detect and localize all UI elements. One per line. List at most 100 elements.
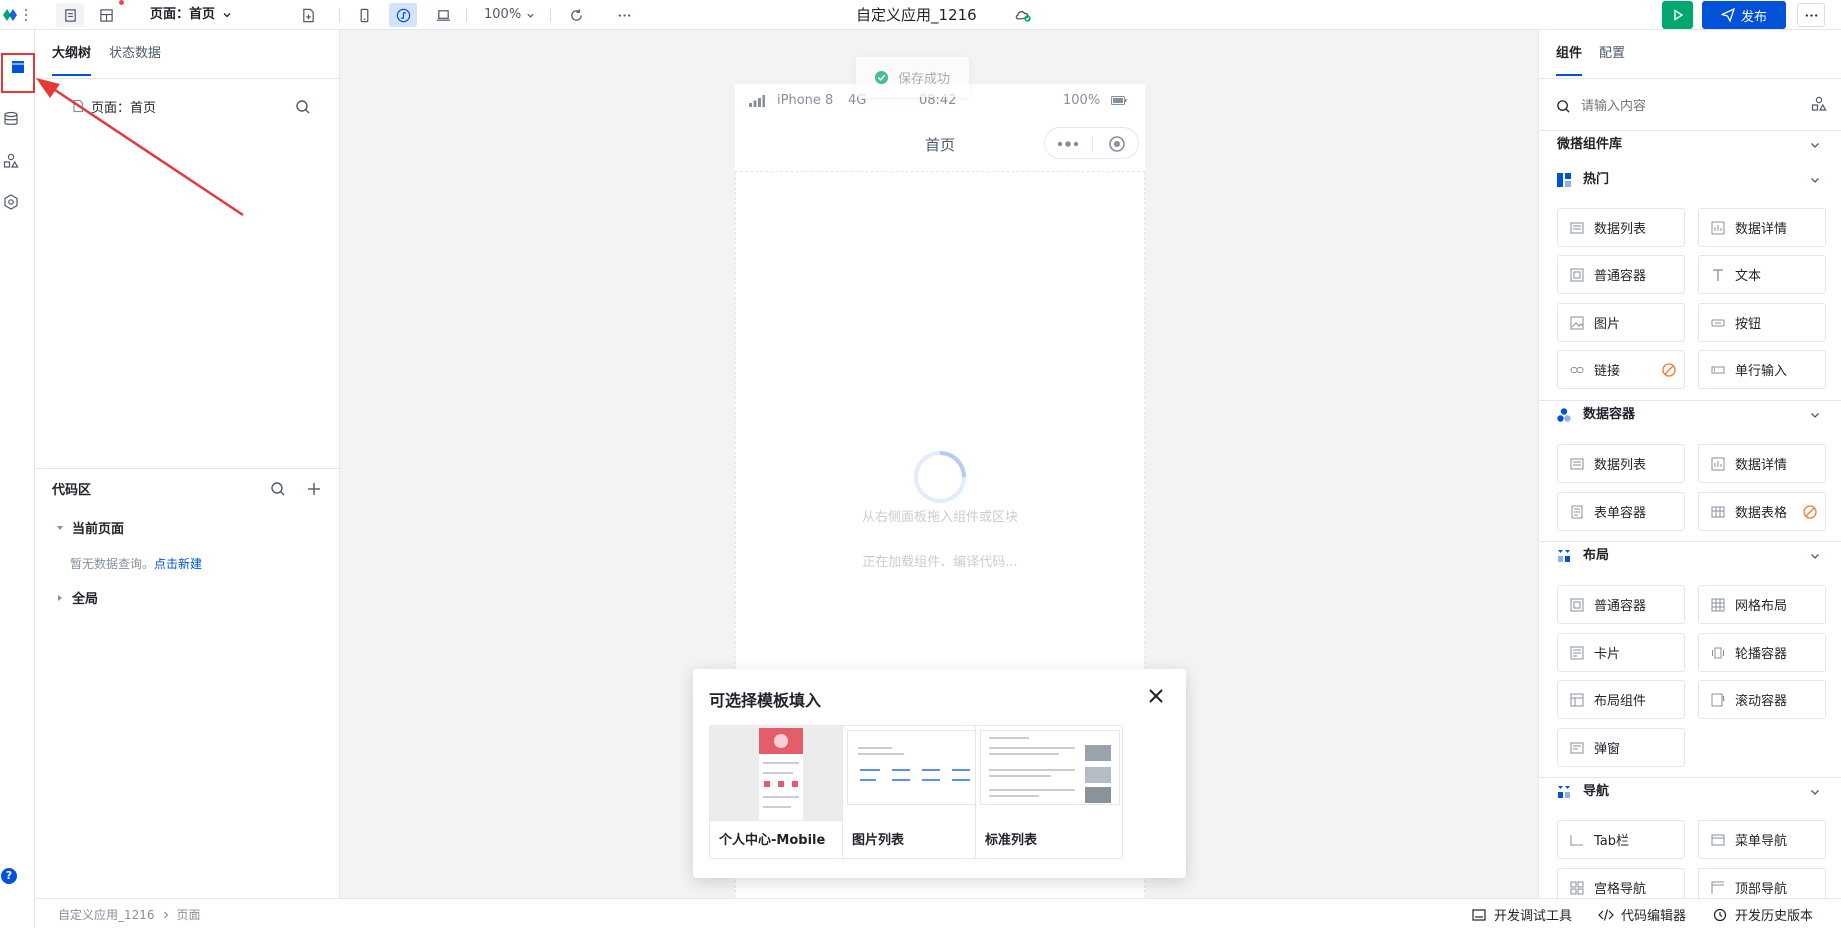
component-top-nav[interactable]: 顶部导航 [1698,868,1826,898]
preview-button[interactable] [1662,1,1693,29]
component-label: 图片 [1594,317,1621,332]
search-icon [1557,99,1570,113]
dev-tools-button[interactable]: 开发调试工具 [1472,905,1572,924]
template-card-profile[interactable]: 个人中心-Mobile [709,725,857,859]
chevron-down-icon[interactable] [1809,409,1821,421]
page-selector[interactable]: 页面：首页 [150,0,233,30]
rail-components-button[interactable] [0,150,22,172]
code-search-button[interactable] [270,481,286,497]
capsule-button[interactable] [1044,127,1139,159]
chevron-down-icon[interactable] [1809,139,1821,151]
component-menu-nav[interactable]: 菜单导航 [1698,820,1826,859]
component-data-list[interactable]: 数据列表 [1557,208,1685,247]
component-text[interactable]: 文本 [1698,255,1826,294]
rail-settings-button[interactable] [0,191,22,213]
component-link[interactable]: 链接 [1557,350,1685,389]
breadcrumb-app[interactable]: 自定义应用_1216 [58,906,155,923]
component-modal[interactable]: 弹窗 [1557,728,1685,767]
component-button[interactable]: 按钮 [1698,303,1826,342]
component-data-detail[interactable]: 数据详情 [1698,208,1826,247]
image-icon [1570,316,1584,330]
current-page-node[interactable]: 当前页面 [56,518,124,537]
component-single-input[interactable]: 单行输入 [1698,350,1826,389]
component-card[interactable]: 卡片 [1557,633,1685,672]
mobile-icon [360,8,368,22]
component-search-input[interactable] [1581,98,1781,114]
component-container[interactable]: 普通容器 [1557,255,1685,294]
template-card-standard-list[interactable]: 标准列表 [975,725,1123,859]
component-container[interactable]: 普通容器 [1557,585,1685,624]
component-data-detail[interactable]: 数据详情 [1698,444,1826,483]
refresh-icon [570,8,582,21]
component-label: 弹窗 [1594,742,1621,757]
drag-hint: 从右侧面板拖入组件或区块 [861,510,1018,525]
signal-icon [749,95,765,107]
empty-query-row: 暂无数据查询。点击新建 [70,555,202,572]
global-node[interactable]: 全局 [56,588,98,607]
notification-dot [119,0,124,5]
zoom-selector[interactable]: 100% [484,0,536,30]
chevron-down-icon[interactable] [1809,174,1821,186]
chevron-down-icon[interactable] [1809,550,1821,562]
code-editor-button[interactable]: 代码编辑器 [1598,905,1686,924]
tabbar-icon [1570,833,1584,847]
component-label: 滚动容器 [1735,694,1788,709]
target-icon [1109,136,1125,152]
section-hot[interactable]: 热门 [1557,170,1609,190]
topbar-more-button[interactable] [1797,3,1825,27]
component-data-table[interactable]: 数据表格 [1698,492,1826,531]
chevron-down-icon[interactable] [1809,786,1821,798]
section-data-container[interactable]: 数据容器 [1557,405,1635,425]
outline-search-button[interactable] [295,99,311,115]
mobile-device-button[interactable] [352,3,376,27]
help-button[interactable]: ? [1,868,17,884]
component-image[interactable]: 图片 [1557,303,1685,342]
miniprogram-device-button[interactable] [389,3,417,27]
more-vertical-icon[interactable] [24,8,28,22]
component-label: 文本 [1735,269,1762,284]
chart-icon [1711,457,1725,471]
component-grid-layout[interactable]: 网格布局 [1698,585,1826,624]
layout-icon [99,8,113,22]
modal-close-button[interactable] [1147,687,1165,705]
tab-components[interactable]: 组件 [1556,30,1583,76]
code-add-button[interactable] [306,481,322,497]
component-grid-nav[interactable]: 宫格导航 [1557,868,1685,898]
component-scroll-container[interactable]: 滚动容器 [1698,680,1826,719]
component-data-list[interactable]: 数据列表 [1557,444,1685,483]
more-button[interactable] [612,3,636,27]
refresh-button[interactable] [564,3,588,27]
component-tab-bar[interactable]: Tab栏 [1557,820,1685,859]
page-view-button[interactable] [56,3,84,27]
zoom-label: 100% [484,7,522,22]
component-label: 数据表格 [1735,506,1788,521]
section-navigation[interactable]: 导航 [1557,782,1609,802]
section-divider [1539,541,1841,542]
rail-data-button[interactable] [0,108,22,130]
component-form-container[interactable]: 表单容器 [1557,492,1685,531]
tab-config[interactable]: 配置 [1599,30,1625,78]
component-layout[interactable]: 布局组件 [1557,680,1685,719]
add-page-button[interactable] [296,3,320,27]
layout-view-button[interactable] [92,3,120,27]
grid-nav-icon [1570,881,1584,895]
create-query-link[interactable]: 点击新建 [154,557,202,571]
section-layout[interactable]: 布局 [1557,546,1609,566]
form-icon [1570,505,1584,519]
component-search[interactable] [1556,93,1826,119]
history-button[interactable]: 开发历史版本 [1713,905,1813,924]
publish-button[interactable]: 发布 [1702,1,1786,29]
chevron-down-icon [527,13,534,18]
dev-tools-label: 开发调试工具 [1494,909,1573,924]
desktop-device-button[interactable] [430,3,456,27]
library-title[interactable]: 微搭组件库 [1557,135,1622,155]
code-icon [1598,908,1614,921]
toolbar-divider [466,8,467,22]
breadcrumb-page[interactable]: 页面 [177,906,201,923]
app-logo[interactable] [2,7,20,23]
button-icon [1711,316,1725,330]
template-card-image-list[interactable]: 图片列表 [842,725,990,859]
component-carousel[interactable]: 轮播容器 [1698,633,1826,672]
component-library-button[interactable] [1811,96,1827,112]
chart-icon [1711,221,1725,235]
